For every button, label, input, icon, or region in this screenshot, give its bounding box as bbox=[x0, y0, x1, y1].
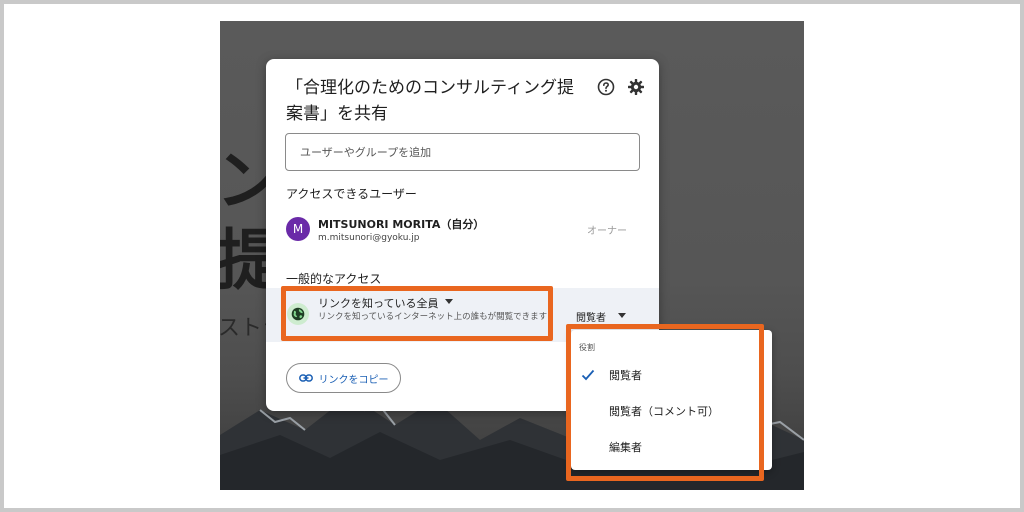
general-access-heading: 一般的なアクセス bbox=[286, 272, 382, 286]
user-email: m.mitsunori@gyoku.jp bbox=[318, 233, 420, 243]
copy-link-label: リンクをコピー bbox=[318, 374, 389, 386]
gear-icon[interactable] bbox=[627, 78, 645, 96]
role-chevron-down-icon[interactable] bbox=[618, 313, 626, 318]
user-name: MITSUNORI MORITA（自分） bbox=[318, 218, 485, 231]
people-with-access-heading: アクセスできるユーザー bbox=[286, 187, 417, 201]
link-icon bbox=[298, 374, 313, 382]
help-circle-icon[interactable] bbox=[597, 78, 615, 96]
copy-link-button[interactable]: リンクをコピー bbox=[286, 363, 401, 393]
add-people-input[interactable] bbox=[285, 133, 640, 171]
role-dropdown[interactable]: 閲覧者 bbox=[576, 309, 606, 324]
dialog-title: 「合理化のためのコンサルティング提案書」を共有 bbox=[286, 78, 574, 124]
highlight-box-link-scope bbox=[281, 286, 553, 341]
avatar: M bbox=[286, 217, 310, 241]
owner-role-label: オーナー bbox=[587, 226, 627, 237]
highlight-box-role-menu bbox=[566, 324, 764, 481]
